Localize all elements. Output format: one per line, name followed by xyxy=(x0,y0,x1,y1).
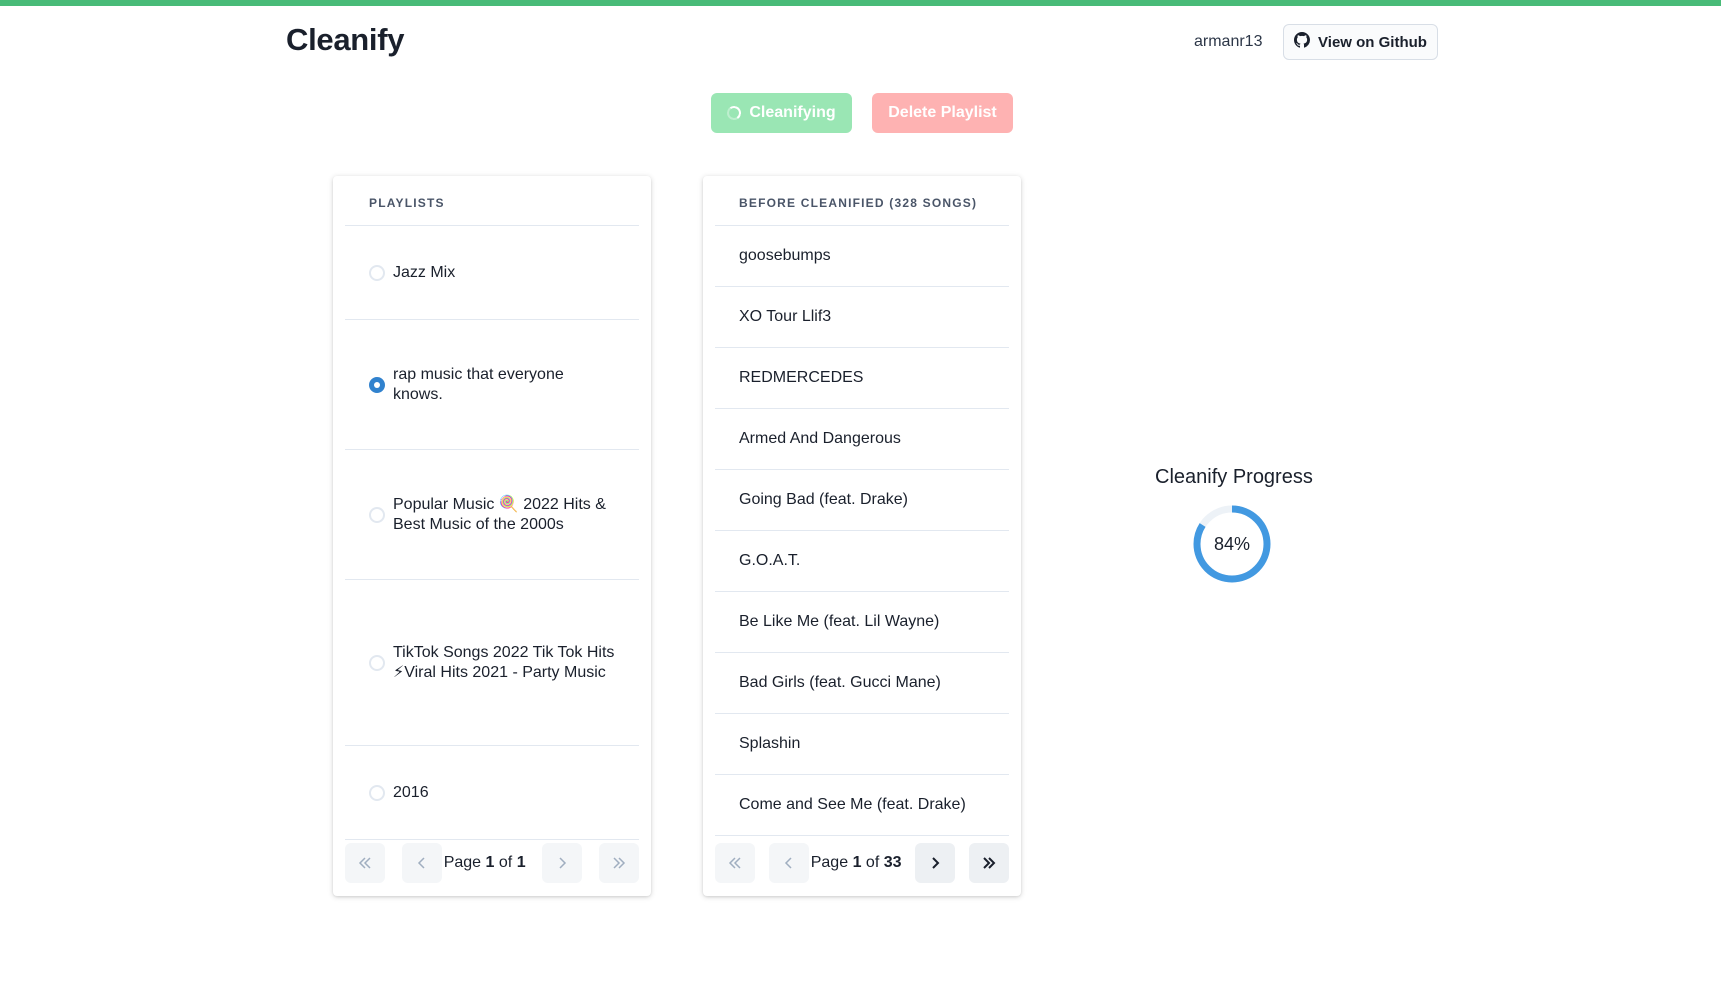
chevron-right-icon xyxy=(559,857,567,869)
cleanify-button[interactable]: Cleanifying xyxy=(711,93,852,133)
double-chevron-right-icon xyxy=(613,857,626,869)
playlist-item[interactable]: Jazz Mix xyxy=(345,226,639,320)
playlist-item[interactable]: Popular Music 🍭 2022 Hits & Best Music o… xyxy=(345,450,639,580)
playlist-radio[interactable] xyxy=(369,376,385,393)
double-chevron-left-icon xyxy=(358,857,371,869)
song-item[interactable]: Come and See Me (feat. Drake) xyxy=(715,775,1009,836)
playlist-item[interactable]: 2016 xyxy=(345,746,639,840)
playlist-item[interactable]: TikTok Songs 2022 Tik Tok Hits ⚡Viral Hi… xyxy=(345,580,639,746)
song-item[interactable]: Armed And Dangerous xyxy=(715,409,1009,470)
playlist-radio[interactable] xyxy=(369,784,385,801)
delete-playlist-button[interactable]: Delete Playlist xyxy=(872,93,1013,133)
page-indicator-group: Page 1 of 1 xyxy=(401,843,526,883)
github-button-label: View on Github xyxy=(1318,33,1427,51)
playlist-label: 2016 xyxy=(393,783,429,801)
prev-page-button[interactable] xyxy=(768,843,809,883)
last-page-button[interactable] xyxy=(968,843,1009,883)
app-brand: Cleanify xyxy=(286,22,405,57)
playlist-label: Popular Music 🍭 2022 Hits & Best Music o… xyxy=(393,495,606,533)
github-icon xyxy=(1294,32,1311,52)
progress-value: 84% xyxy=(1213,533,1251,554)
spinner-icon xyxy=(726,104,743,122)
playlists-pagination: Page 1 of 1 xyxy=(345,842,639,884)
song-item[interactable]: REDMERCEDES xyxy=(715,348,1009,409)
song-item[interactable]: goosebumps xyxy=(715,226,1009,287)
chevron-right-icon xyxy=(932,857,940,869)
song-item[interactable]: Going Bad (feat. Drake) xyxy=(715,470,1009,531)
songs-header: BEFORE CLEANIFIED (328 SONGS) xyxy=(715,176,1009,226)
playlist-radio[interactable] xyxy=(369,264,385,281)
prev-page-button[interactable] xyxy=(401,843,442,883)
chevron-left-icon xyxy=(784,857,792,869)
cleanify-button-label: Cleanifying xyxy=(749,104,836,121)
playlists-card: PLAYLISTS Jazz Mix rap music that everyo… xyxy=(333,176,651,896)
songs-card: BEFORE CLEANIFIED (328 SONGS) goosebumps… xyxy=(703,176,1021,896)
song-item[interactable]: XO Tour Llif3 xyxy=(715,287,1009,348)
last-page-button[interactable] xyxy=(599,843,639,883)
next-page-button[interactable] xyxy=(915,843,956,883)
playlists-header: PLAYLISTS xyxy=(345,176,639,226)
playlist-label: rap music that everyone knows. xyxy=(393,365,564,403)
song-item[interactable]: Be Like Me (feat. Lil Wayne) xyxy=(715,592,1009,653)
playlist-item[interactable]: rap music that everyone knows. xyxy=(345,320,639,450)
playlist-label: Jazz Mix xyxy=(393,263,456,281)
page-indicator: Page 1 of 33 xyxy=(810,854,902,871)
playlist-label: TikTok Songs 2022 Tik Tok Hits ⚡Viral Hi… xyxy=(393,643,615,681)
page-indicator-group: Page 1 of 33 xyxy=(768,843,902,883)
song-item[interactable]: Bad Girls (feat. Gucci Mane) xyxy=(715,653,1009,714)
page-indicator: Page 1 of 1 xyxy=(443,854,526,871)
song-item[interactable]: G.O.A.T. xyxy=(715,531,1009,592)
playlist-radio[interactable] xyxy=(369,654,385,671)
top-accent-bar xyxy=(0,0,1721,6)
next-page-button[interactable] xyxy=(542,843,583,883)
delete-button-label: Delete Playlist xyxy=(888,104,997,121)
songs-pagination: Page 1 of 33 xyxy=(715,842,1009,884)
progress-title: Cleanify Progress xyxy=(1155,466,1313,488)
playlist-radio[interactable] xyxy=(369,506,385,523)
view-on-github-button[interactable]: View on Github xyxy=(1283,24,1438,60)
song-item[interactable]: Splashin xyxy=(715,714,1009,775)
first-page-button[interactable] xyxy=(715,843,755,883)
username: armanr13 xyxy=(1194,33,1263,50)
double-chevron-right-icon xyxy=(983,857,996,869)
chevron-left-icon xyxy=(417,857,425,869)
double-chevron-left-icon xyxy=(728,857,741,869)
first-page-button[interactable] xyxy=(345,843,385,883)
